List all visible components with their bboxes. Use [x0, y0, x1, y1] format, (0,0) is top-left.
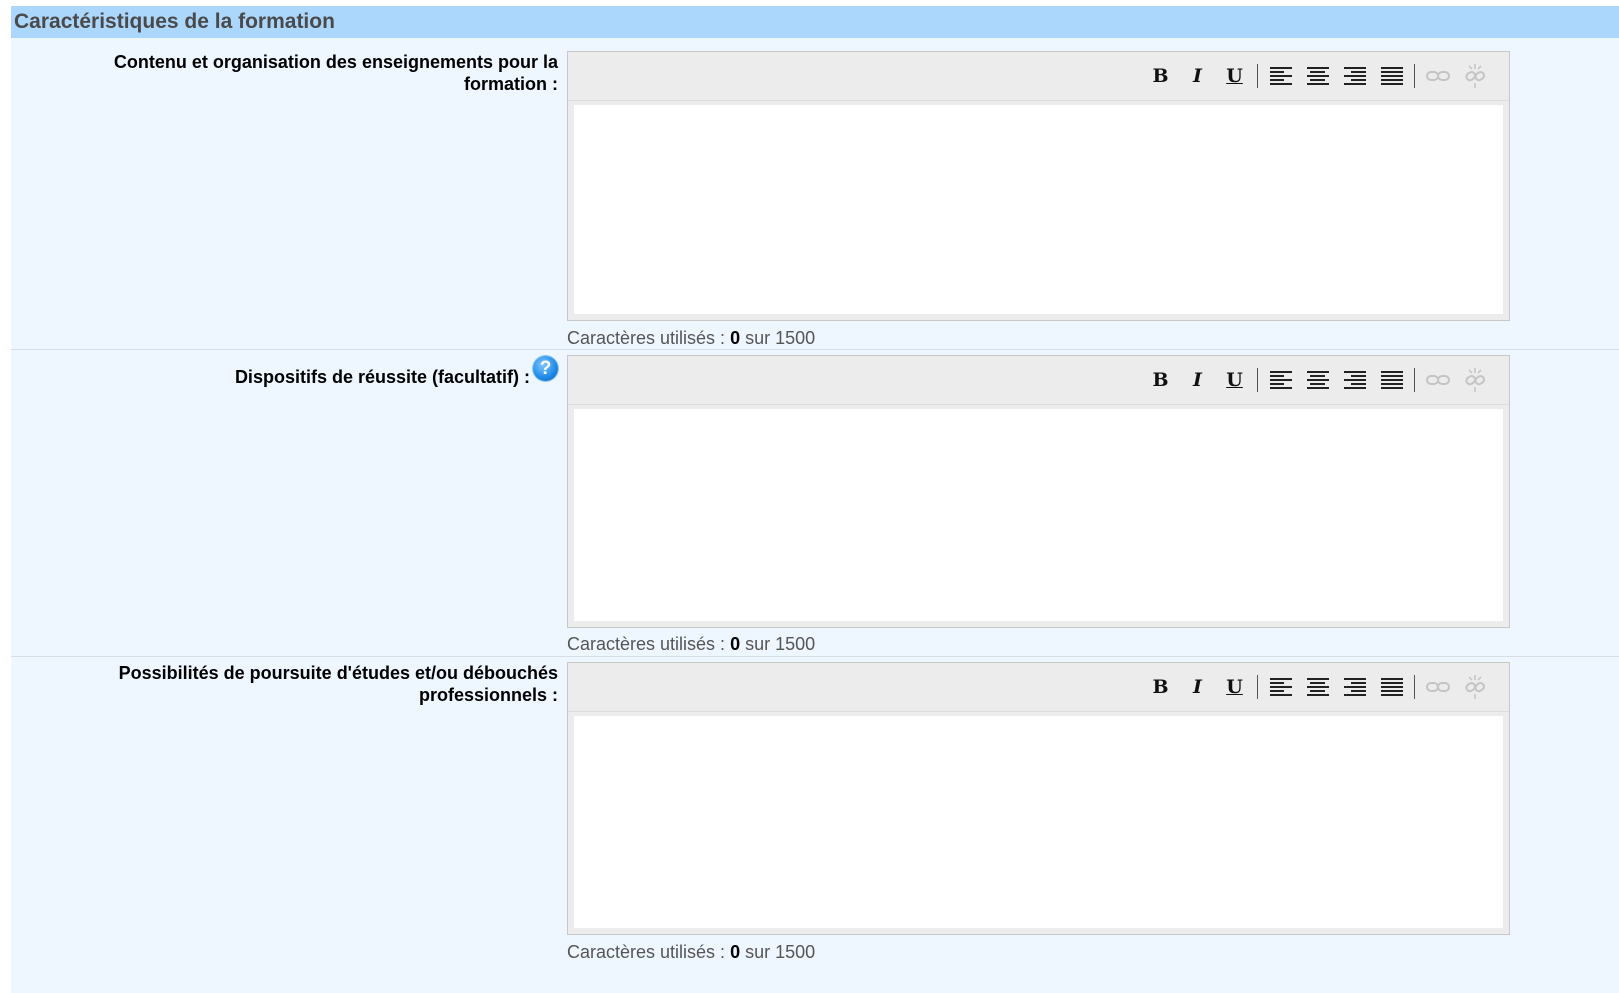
- align-center-button[interactable]: [1302, 62, 1334, 90]
- char-counter: Caractères utilisés : 0 sur 1500: [567, 633, 815, 655]
- formation-panel: Caractéristiques de la formation Contenu…: [11, 6, 1619, 993]
- editor-toolbar: B I U: [568, 52, 1509, 101]
- align-right-button[interactable]: [1339, 673, 1371, 701]
- align-justify-button[interactable]: [1376, 673, 1408, 701]
- link-button[interactable]: [1422, 673, 1454, 701]
- editor-text-area[interactable]: [574, 716, 1503, 928]
- rich-text-editor-poursuite[interactable]: B I U: [567, 662, 1510, 935]
- link-icon: [1425, 375, 1450, 385]
- align-right-icon: [1343, 678, 1366, 696]
- unlink-button[interactable]: [1459, 62, 1491, 90]
- underline-button[interactable]: U: [1219, 62, 1251, 90]
- align-center-button[interactable]: [1302, 673, 1334, 701]
- align-left-icon: [1269, 67, 1292, 85]
- editor-text-area[interactable]: [574, 409, 1503, 621]
- link-button[interactable]: [1422, 62, 1454, 90]
- align-center-icon: [1306, 371, 1329, 389]
- rich-text-editor-dispositifs[interactable]: B I U: [567, 355, 1510, 628]
- underline-button[interactable]: U: [1219, 366, 1251, 394]
- align-justify-icon: [1380, 371, 1403, 389]
- rich-text-editor-contenu[interactable]: B I U: [567, 51, 1510, 321]
- counter-used: 0: [730, 942, 741, 962]
- toolbar-buttons: B I U: [1142, 62, 1493, 90]
- unlink-icon: [1464, 675, 1485, 699]
- counter-suffix: sur 1500: [740, 942, 816, 962]
- counter-prefix: Caractères utilisés :: [567, 942, 731, 962]
- field-row-poursuite: Possibilités de poursuite d'études et/ou…: [11, 657, 1619, 993]
- editor-toolbar: B I U: [568, 663, 1509, 712]
- counter-used: 0: [730, 328, 741, 348]
- align-left-icon: [1269, 371, 1292, 389]
- field-label-text: Dispositifs de réussite (facultatif) :: [234, 367, 530, 387]
- field-label-contenu: Contenu et organisation des enseignement…: [113, 52, 558, 94]
- editor-text-area[interactable]: [574, 105, 1503, 314]
- field-label-poursuite: Possibilités de poursuite d'études et/ou…: [118, 663, 558, 705]
- align-left-button[interactable]: [1265, 366, 1297, 394]
- unlink-button[interactable]: [1459, 366, 1491, 394]
- field-row-dispositifs: Dispositifs de réussite (facultatif) :? …: [11, 350, 1619, 656]
- align-justify-icon: [1380, 678, 1403, 696]
- editor-toolbar: B I U: [568, 356, 1509, 405]
- counter-prefix: Caractères utilisés :: [567, 634, 731, 654]
- toolbar-separator: [1257, 64, 1258, 88]
- align-left-button[interactable]: [1265, 62, 1297, 90]
- unlink-icon: [1464, 368, 1485, 392]
- link-icon: [1425, 682, 1450, 692]
- counter-prefix: Caractères utilisés :: [567, 328, 731, 348]
- field-row-contenu: Contenu et organisation des enseignement…: [11, 38, 1619, 349]
- bold-button[interactable]: B: [1145, 366, 1177, 394]
- toolbar-separator: [1257, 675, 1258, 699]
- align-right-button[interactable]: [1339, 62, 1371, 90]
- toolbar-separator: [1414, 368, 1415, 392]
- align-right-icon: [1343, 371, 1366, 389]
- unlink-button[interactable]: [1459, 673, 1491, 701]
- field-label-dispositifs: Dispositifs de réussite (facultatif) :?: [38, 356, 558, 388]
- align-left-button[interactable]: [1265, 673, 1297, 701]
- counter-suffix: sur 1500: [740, 634, 816, 654]
- char-counter: Caractères utilisés : 0 sur 1500: [567, 941, 815, 963]
- section-title: Caractéristiques de la formation: [11, 6, 1619, 38]
- align-center-button[interactable]: [1302, 366, 1334, 394]
- italic-button[interactable]: I: [1182, 366, 1214, 394]
- align-justify-button[interactable]: [1376, 366, 1408, 394]
- align-center-icon: [1306, 678, 1329, 696]
- toolbar-separator: [1414, 64, 1415, 88]
- italic-button[interactable]: I: [1182, 673, 1214, 701]
- bold-button[interactable]: B: [1145, 62, 1177, 90]
- align-left-icon: [1269, 678, 1292, 696]
- toolbar-buttons: B I U: [1142, 673, 1493, 701]
- align-justify-button[interactable]: [1376, 62, 1408, 90]
- counter-suffix: sur 1500: [740, 328, 816, 348]
- question-mark-icon[interactable]: ?: [533, 356, 558, 381]
- align-right-button[interactable]: [1339, 366, 1371, 394]
- align-center-icon: [1306, 67, 1329, 85]
- toolbar-separator: [1414, 675, 1415, 699]
- char-counter: Caractères utilisés : 0 sur 1500: [567, 327, 815, 349]
- italic-button[interactable]: I: [1182, 62, 1214, 90]
- align-right-icon: [1343, 67, 1366, 85]
- align-justify-icon: [1380, 67, 1403, 85]
- underline-button[interactable]: U: [1219, 673, 1251, 701]
- toolbar-buttons: B I U: [1142, 366, 1493, 394]
- counter-used: 0: [730, 634, 741, 654]
- toolbar-separator: [1257, 368, 1258, 392]
- link-button[interactable]: [1422, 366, 1454, 394]
- bold-button[interactable]: B: [1145, 673, 1177, 701]
- unlink-icon: [1464, 64, 1485, 88]
- link-icon: [1425, 71, 1450, 81]
